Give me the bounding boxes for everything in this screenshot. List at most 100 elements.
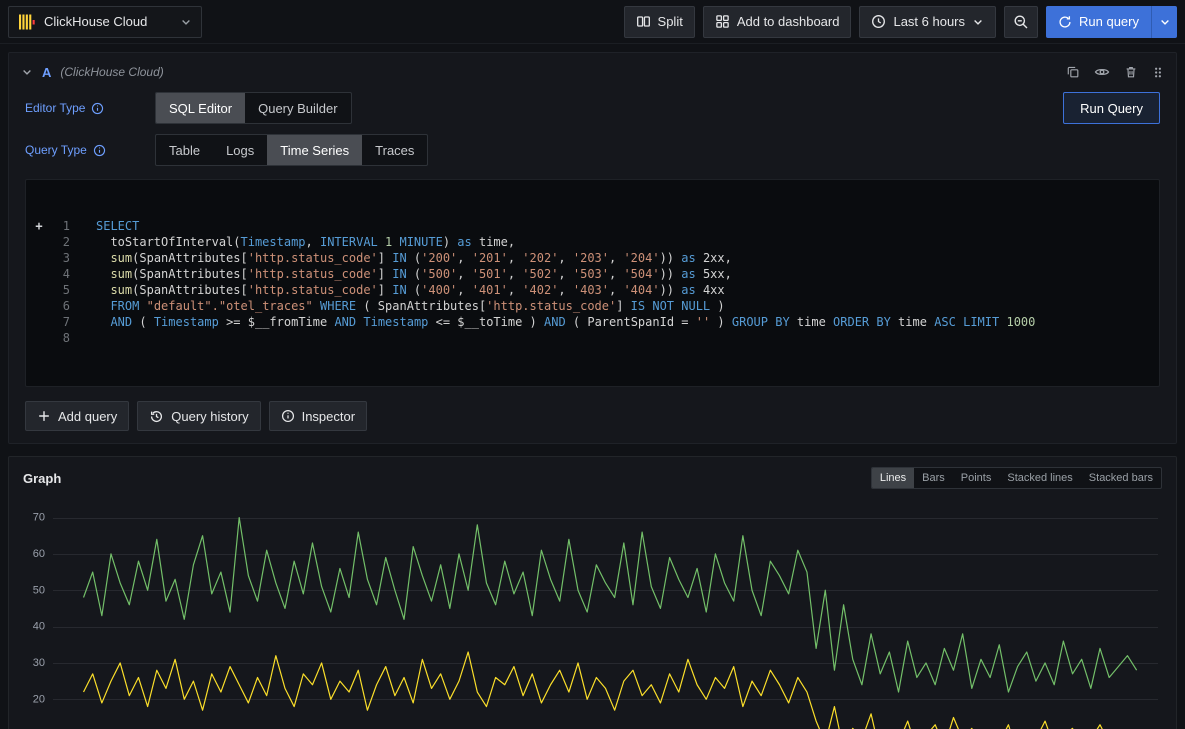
line-number: 6	[52, 298, 70, 314]
query-row-header: A (ClickHouse Cloud)	[9, 57, 1176, 87]
graph-mode-stacked-lines[interactable]: Stacked lines	[999, 468, 1080, 488]
sql-line-2[interactable]: 2 toStartOfInterval(Timestamp, INTERVAL …	[26, 234, 1159, 250]
sql-text: AND ( Timestamp >= $__fromTime AND Times…	[70, 314, 1035, 330]
clickhouse-logo-icon	[18, 13, 36, 31]
info-icon[interactable]	[93, 144, 106, 157]
run-query-label: Run query	[1079, 14, 1139, 29]
collapse-query-icon[interactable]	[21, 66, 33, 78]
sql-line-1[interactable]: +1SELECT	[26, 218, 1159, 234]
inspector-label: Inspector	[302, 409, 355, 424]
sql-text: sum(SpanAttributes['http.status_code'] I…	[70, 250, 732, 266]
sql-line-6[interactable]: 6 FROM "default"."otel_traces" WHERE ( S…	[26, 298, 1159, 314]
run-query-caret-button[interactable]	[1151, 6, 1177, 38]
plus-icon	[37, 409, 51, 423]
query-type-logs[interactable]: Logs	[213, 135, 267, 165]
delete-query-button[interactable]	[1124, 65, 1138, 79]
chevron-down-icon	[1159, 16, 1171, 28]
split-icon	[636, 14, 651, 29]
add-to-dashboard-button[interactable]: Add to dashboard	[703, 6, 852, 38]
toggle-visibility-button[interactable]	[1094, 64, 1110, 80]
graph-panel: Graph LinesBarsPointsStacked linesStacke…	[8, 456, 1177, 729]
query-type-label: Query Type	[25, 143, 87, 157]
history-icon	[149, 409, 164, 424]
query-type-traces[interactable]: Traces	[362, 135, 427, 165]
sql-line-3[interactable]: 3 sum(SpanAttributes['http.status_code']…	[26, 250, 1159, 266]
run-query-split-button: Run query	[1046, 6, 1177, 38]
time-range-label: Last 6 hours	[893, 14, 965, 29]
trash-icon	[1124, 65, 1138, 79]
editor-type-label-group: Editor Type	[25, 101, 155, 115]
datasource-name: ClickHouse Cloud	[44, 14, 172, 29]
sql-text: toStartOfInterval(Timestamp, INTERVAL 1 …	[70, 234, 515, 250]
editor-type-row: Editor Type SQL EditorQuery Builder Run …	[9, 87, 1176, 129]
split-label: Split	[658, 14, 683, 29]
eye-icon	[1094, 64, 1110, 80]
copy-icon	[1066, 65, 1080, 79]
query-type-label-group: Query Type	[25, 143, 155, 157]
chevron-down-icon	[180, 16, 192, 28]
line-number: 2	[52, 234, 70, 250]
graph-mode-group: LinesBarsPointsStacked linesStacked bars	[871, 467, 1162, 489]
split-button[interactable]: Split	[624, 6, 695, 38]
sync-icon	[1058, 15, 1072, 29]
graph-mode-points[interactable]: Points	[953, 468, 1000, 488]
sql-text: SELECT	[70, 218, 139, 234]
duplicate-query-button[interactable]	[1066, 65, 1080, 79]
line-number: 3	[52, 250, 70, 266]
sql-line-8[interactable]: 8	[26, 330, 1159, 346]
query-type-table[interactable]: Table	[156, 135, 213, 165]
chevron-down-icon	[972, 16, 984, 28]
query-type-row: Query Type TableLogsTime SeriesTraces	[9, 129, 1176, 171]
editor-type-sql-editor[interactable]: SQL Editor	[156, 93, 245, 123]
zoom-out-icon	[1013, 14, 1029, 30]
run-query-button[interactable]: Run query	[1046, 6, 1151, 38]
sql-line-7[interactable]: 7 AND ( Timestamp >= $__fromTime AND Tim…	[26, 314, 1159, 330]
inspector-button[interactable]: Inspector	[269, 401, 367, 431]
graph-canvas[interactable]	[19, 493, 1166, 729]
sql-line-5[interactable]: 5 sum(SpanAttributes['http.status_code']…	[26, 282, 1159, 298]
line-number: 5	[52, 282, 70, 298]
zoom-out-button[interactable]	[1004, 6, 1038, 38]
query-editor-panel: A (ClickHouse Cloud)	[8, 52, 1177, 444]
query-ref-id[interactable]: A	[42, 65, 51, 80]
sql-line-4[interactable]: 4 sum(SpanAttributes['http.status_code']…	[26, 266, 1159, 282]
editor-type-label: Editor Type	[25, 101, 85, 115]
query-history-label: Query history	[171, 409, 248, 424]
sql-text	[70, 330, 96, 346]
editor-type-group: SQL EditorQuery Builder	[155, 92, 352, 124]
query-type-time-series[interactable]: Time Series	[267, 135, 362, 165]
apps-grid-icon	[715, 14, 730, 29]
sql-code-editor[interactable]: +1SELECT2 toStartOfInterval(Timestamp, I…	[25, 179, 1160, 387]
line-number: 7	[52, 314, 70, 330]
graph-mode-lines[interactable]: Lines	[872, 468, 914, 488]
query-history-button[interactable]: Query history	[137, 401, 260, 431]
graph-mode-bars[interactable]: Bars	[914, 468, 953, 488]
info-icon	[281, 409, 295, 423]
editor-type-query-builder[interactable]: Query Builder	[245, 93, 350, 123]
info-icon[interactable]	[91, 102, 104, 115]
add-line-icon[interactable]: +	[26, 218, 52, 234]
add-query-label: Add query	[58, 409, 117, 424]
line-number: 8	[52, 330, 70, 346]
line-number: 4	[52, 266, 70, 282]
graph-title: Graph	[23, 471, 61, 486]
query-datasource-hint: (ClickHouse Cloud)	[60, 65, 163, 79]
sql-text: FROM "default"."otel_traces" WHERE ( Spa…	[70, 298, 725, 314]
drag-handle-icon[interactable]	[1152, 65, 1164, 80]
datasource-picker[interactable]: ClickHouse Cloud	[8, 6, 202, 38]
query-type-group: TableLogsTime SeriesTraces	[155, 134, 428, 166]
clock-icon	[871, 14, 886, 29]
run-query-editor-button[interactable]: Run Query	[1063, 92, 1160, 124]
graph-header: Graph LinesBarsPointsStacked linesStacke…	[19, 465, 1166, 493]
chart-area	[19, 493, 1166, 729]
explore-toolbar: ClickHouse Cloud Split Add to dashboard …	[0, 0, 1185, 44]
graph-mode-stacked-bars[interactable]: Stacked bars	[1081, 468, 1161, 488]
line-number: 1	[52, 218, 70, 234]
add-to-dashboard-label: Add to dashboard	[737, 14, 840, 29]
add-query-button[interactable]: Add query	[25, 401, 129, 431]
sql-text: sum(SpanAttributes['http.status_code'] I…	[70, 282, 725, 298]
sql-code-lines: +1SELECT2 toStartOfInterval(Timestamp, I…	[26, 218, 1159, 346]
query-footer: Add query Query history Inspector	[25, 401, 1160, 431]
sql-text: sum(SpanAttributes['http.status_code'] I…	[70, 266, 732, 282]
time-range-button[interactable]: Last 6 hours	[859, 6, 996, 38]
